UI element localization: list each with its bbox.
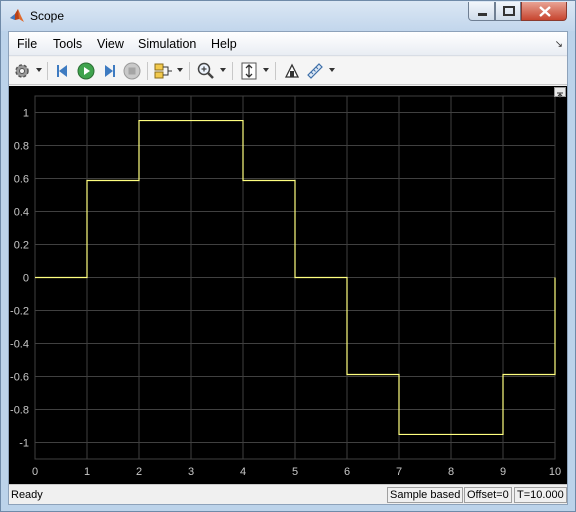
x-tick-label: 6 xyxy=(344,466,350,478)
y-tick-label: 0.8 xyxy=(14,141,29,153)
maximize-button[interactable] xyxy=(495,2,521,21)
y-tick-label: -0.2 xyxy=(10,306,29,318)
x-tick-label: 3 xyxy=(188,466,194,478)
toolbar xyxy=(9,57,567,85)
measurement-dropdown-icon[interactable] xyxy=(329,67,335,73)
step-forward-icon[interactable] xyxy=(99,61,119,81)
zoom-icon[interactable] xyxy=(196,61,216,81)
y-tick-label: 0.2 xyxy=(14,240,29,252)
y-tick-label: 0.4 xyxy=(14,207,29,219)
undock-button[interactable] xyxy=(554,87,566,98)
step-back-icon[interactable] xyxy=(53,61,73,81)
menu-simulation[interactable]: Simulation xyxy=(138,37,196,51)
status-time: T=10.000 xyxy=(514,487,567,503)
undock-icon xyxy=(557,92,563,98)
toolbar-separator xyxy=(275,62,276,80)
autoscale-icon[interactable] xyxy=(239,61,259,81)
status-ready-text: Ready xyxy=(11,489,43,501)
x-tick-label: 7 xyxy=(396,466,402,478)
menu-view[interactable]: View xyxy=(97,37,124,51)
scope-axes[interactable]: -1 -0.8 -0.6 -0.4 -0.2 0 0.2 0.4 0.6 0.8 1 0 1 2 3 4 5 6… xyxy=(9,86,567,484)
status-sample-mode: Sample based xyxy=(387,487,464,503)
y-tick-label: -1 xyxy=(19,438,29,450)
x-tick-label: 8 xyxy=(448,466,454,478)
y-tick-label: 0.6 xyxy=(14,174,29,186)
close-icon xyxy=(539,6,551,17)
toolbar-separator xyxy=(189,62,190,80)
signal-selector-icon[interactable] xyxy=(153,61,173,81)
x-tick-labels: 0 1 2 3 4 5 6 7 8 9 10 xyxy=(32,466,561,478)
menu-bar: File Tools View Simulation Help ↘ xyxy=(9,32,567,56)
x-tick-label: 2 xyxy=(136,466,142,478)
toolbar-separator xyxy=(232,62,233,80)
toolbar-separator xyxy=(147,62,148,80)
close-button[interactable] xyxy=(521,2,567,21)
y-tick-label: -0.8 xyxy=(10,405,29,417)
zoom-dropdown-icon[interactable] xyxy=(220,67,226,73)
status-offset: Offset=0 xyxy=(464,487,512,503)
x-tick-label: 0 xyxy=(32,466,38,478)
dock-arrow-icon[interactable]: ↘ xyxy=(555,39,563,50)
x-tick-label: 9 xyxy=(500,466,506,478)
x-tick-label: 5 xyxy=(292,466,298,478)
run-icon[interactable] xyxy=(76,61,96,81)
measurement-icon[interactable] xyxy=(305,61,325,81)
stop-icon[interactable] xyxy=(122,61,142,81)
y-tick-label: -0.6 xyxy=(10,372,29,384)
menu-file[interactable]: File xyxy=(17,37,37,51)
y-tick-labels: -1 -0.8 -0.6 -0.4 -0.2 0 0.2 0.4 0.6 0.8 1 xyxy=(10,108,29,450)
settings-dropdown-icon[interactable] xyxy=(36,67,42,73)
menu-tools[interactable]: Tools xyxy=(53,37,82,51)
autoscale-dropdown-icon[interactable] xyxy=(263,67,269,73)
scope-window: Scope File Tools View Simulation Help ↘ xyxy=(0,0,576,512)
scope-display[interactable]: -1 -0.8 -0.6 -0.4 -0.2 0 0.2 0.4 0.6 0.8 1 0 1 2 3 4 5 6… xyxy=(9,86,567,484)
menu-help[interactable]: Help xyxy=(211,37,237,51)
signal-selector-dropdown-icon[interactable] xyxy=(177,67,183,73)
status-bar: Ready Sample based Offset=0 T=10.000 xyxy=(9,484,567,504)
maximize-icon xyxy=(503,6,515,16)
minimize-button[interactable] xyxy=(468,2,495,21)
x-tick-label: 1 xyxy=(84,466,90,478)
window-title: Scope xyxy=(30,9,65,23)
scope-client-area: File Tools View Simulation Help ↘ -1 -0.… xyxy=(8,31,568,505)
highlight-block-icon[interactable] xyxy=(282,61,302,81)
x-tick-label: 10 xyxy=(549,466,561,478)
y-tick-label: -0.4 xyxy=(10,339,29,351)
y-tick-label: 1 xyxy=(23,108,29,120)
toolbar-separator xyxy=(47,62,48,80)
settings-icon[interactable] xyxy=(12,61,32,81)
minimize-icon xyxy=(478,13,487,16)
title-bar[interactable]: Scope xyxy=(1,1,575,31)
y-tick-label: 0 xyxy=(23,273,29,285)
matlab-logo-icon xyxy=(10,9,24,22)
x-tick-label: 4 xyxy=(240,466,246,478)
